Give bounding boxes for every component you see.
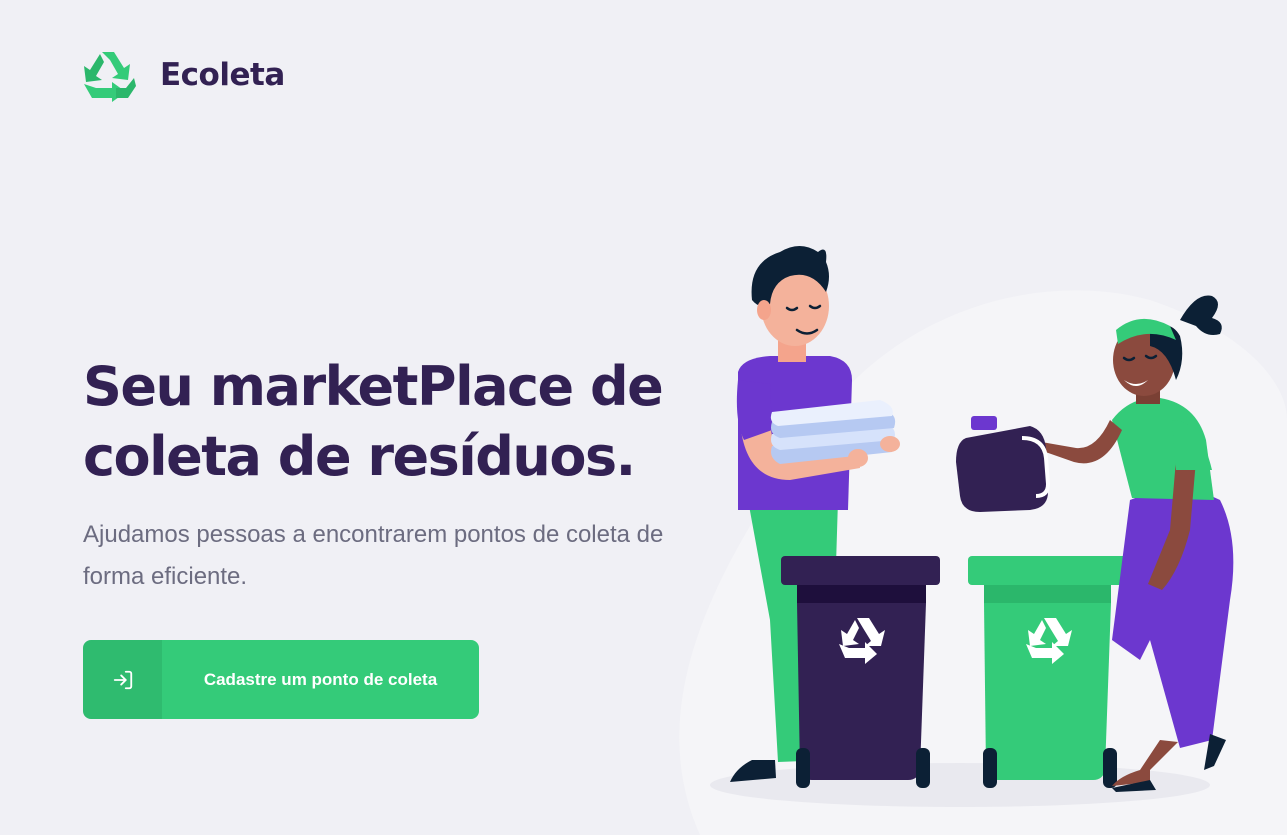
hero-title: Seu marketPlace de coleta de resíduos. [83, 355, 664, 488]
cta-label: Cadastre um ponto de coleta [203, 669, 438, 689]
recycle-logo-icon [84, 52, 136, 102]
header: Ecoleta [82, 48, 285, 102]
app-name: Ecoleta [160, 57, 285, 93]
hero-description: Ajudamos pessoas a encontrarem pontos de… [83, 521, 664, 590]
log-in-icon [83, 640, 162, 719]
register-collection-point-button[interactable]: Cadastre um ponto de coleta [83, 640, 479, 719]
